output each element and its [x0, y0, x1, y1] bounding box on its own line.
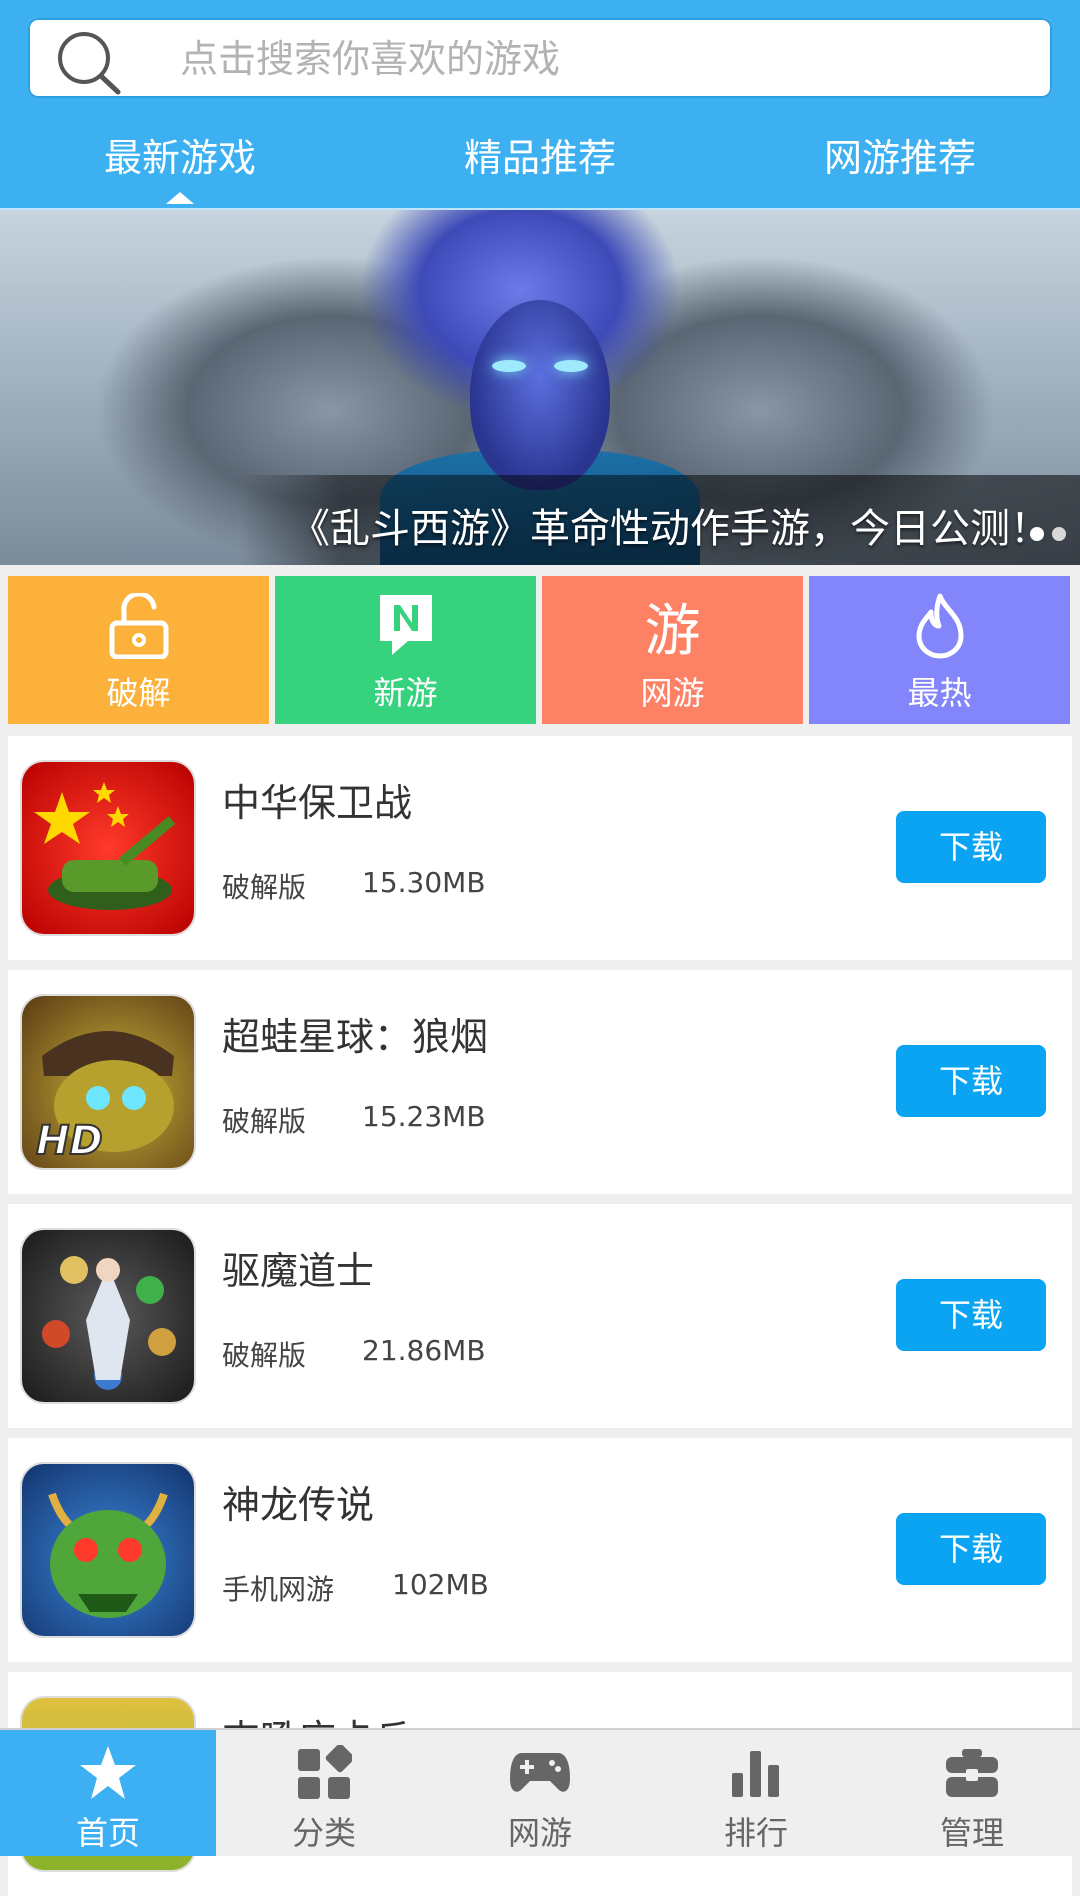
banner-caption: 《乱斗西游》革命性动作手游，今日公测！: [290, 506, 1050, 552]
category-crack[interactable]: 破解: [8, 576, 269, 724]
game-size: 102MB: [392, 1568, 489, 1601]
game-name: 超蛙星球：狼烟: [222, 1015, 489, 1059]
game-icon: [22, 1230, 194, 1402]
unlock-icon: [109, 593, 168, 659]
list-item[interactable]: 中华保卫战 破解版 15.30MB 下载: [8, 736, 1072, 960]
download-button[interactable]: 下载: [896, 1513, 1046, 1585]
nav-ranking[interactable]: 排行: [648, 1730, 864, 1856]
you-glyph-icon: 游: [644, 598, 701, 664]
tab-featured[interactable]: 精品推荐: [360, 118, 720, 198]
download-button[interactable]: 下载: [896, 1279, 1046, 1351]
nav-label: 管理: [939, 1814, 1004, 1852]
search-input[interactable]: [178, 30, 1022, 88]
category-label: 新游: [373, 674, 438, 712]
category-icon: [298, 1745, 352, 1799]
banner-character: [470, 300, 610, 490]
nav-home[interactable]: 首页: [0, 1730, 216, 1856]
list-item[interactable]: 神龙传说 手机网游 102MB 下载: [8, 1438, 1072, 1662]
briefcase-icon: [946, 1749, 998, 1797]
category-tiles: 破解 新游 游 网游 最热: [8, 576, 1072, 724]
nav-online-games[interactable]: 网游: [432, 1730, 648, 1856]
game-icon: [22, 1464, 194, 1636]
carousel-dot[interactable]: [1052, 527, 1066, 541]
category-new[interactable]: 新游: [275, 576, 536, 724]
svg-text:HD: HD: [36, 1118, 103, 1164]
nav-manage[interactable]: 管理: [864, 1730, 1080, 1856]
category-label: 网游: [640, 674, 705, 712]
game-size: 21.86MB: [362, 1334, 486, 1367]
category-hot[interactable]: 最热: [809, 576, 1070, 724]
bar-chart-icon: [732, 1751, 779, 1797]
search-bar[interactable]: [28, 18, 1052, 98]
top-tabs: 最新游戏 精品推荐 网游推荐: [0, 118, 1080, 206]
list-item[interactable]: HD 超蛙星球：狼烟 破解版 15.23MB 下载: [8, 970, 1072, 1194]
game-size: 15.30MB: [362, 866, 486, 899]
game-name: 神龙传说: [222, 1483, 375, 1527]
carousel-indicator: [1022, 526, 1066, 545]
download-button[interactable]: 下载: [896, 1045, 1046, 1117]
promo-banner[interactable]: 《乱斗西游》革命性动作手游，今日公测！: [0, 210, 1080, 565]
nav-label: 分类: [291, 1814, 356, 1852]
bottom-navigation: 首页 分类 网游 排行 管理: [0, 1728, 1080, 1856]
game-type: 破解版: [222, 1339, 307, 1372]
nav-category[interactable]: 分类: [216, 1730, 432, 1856]
list-item[interactable]: 驱魔道士 破解版 21.86MB 下载: [8, 1204, 1072, 1428]
game-icon: HD: [22, 996, 194, 1168]
nav-label: 排行: [723, 1814, 788, 1852]
flame-icon: [916, 593, 963, 659]
tab-online-games[interactable]: 网游推荐: [720, 118, 1080, 198]
star-icon: [80, 1746, 136, 1799]
gamepad-icon: [510, 1753, 570, 1792]
new-n-icon: [379, 595, 432, 655]
app-header: 最新游戏 精品推荐 网游推荐: [0, 0, 1080, 210]
game-name: 中华保卫战: [222, 781, 413, 825]
carousel-dot[interactable]: [1030, 527, 1044, 541]
nav-label: 首页: [75, 1814, 140, 1852]
game-size: 15.23MB: [362, 1100, 486, 1133]
tab-latest-games[interactable]: 最新游戏: [0, 118, 360, 204]
game-type: 手机网游: [222, 1573, 335, 1606]
search-icon: [58, 32, 121, 95]
game-name: 驱魔道士: [222, 1249, 375, 1293]
nav-label: 网游: [507, 1814, 572, 1852]
game-type: 破解版: [222, 871, 307, 904]
game-type: 破解版: [222, 1105, 307, 1138]
download-button[interactable]: 下载: [896, 811, 1046, 883]
category-label: 破解: [106, 674, 171, 712]
category-label: 最热: [907, 674, 972, 712]
category-online[interactable]: 游 网游: [542, 576, 803, 724]
game-icon: [22, 762, 194, 934]
